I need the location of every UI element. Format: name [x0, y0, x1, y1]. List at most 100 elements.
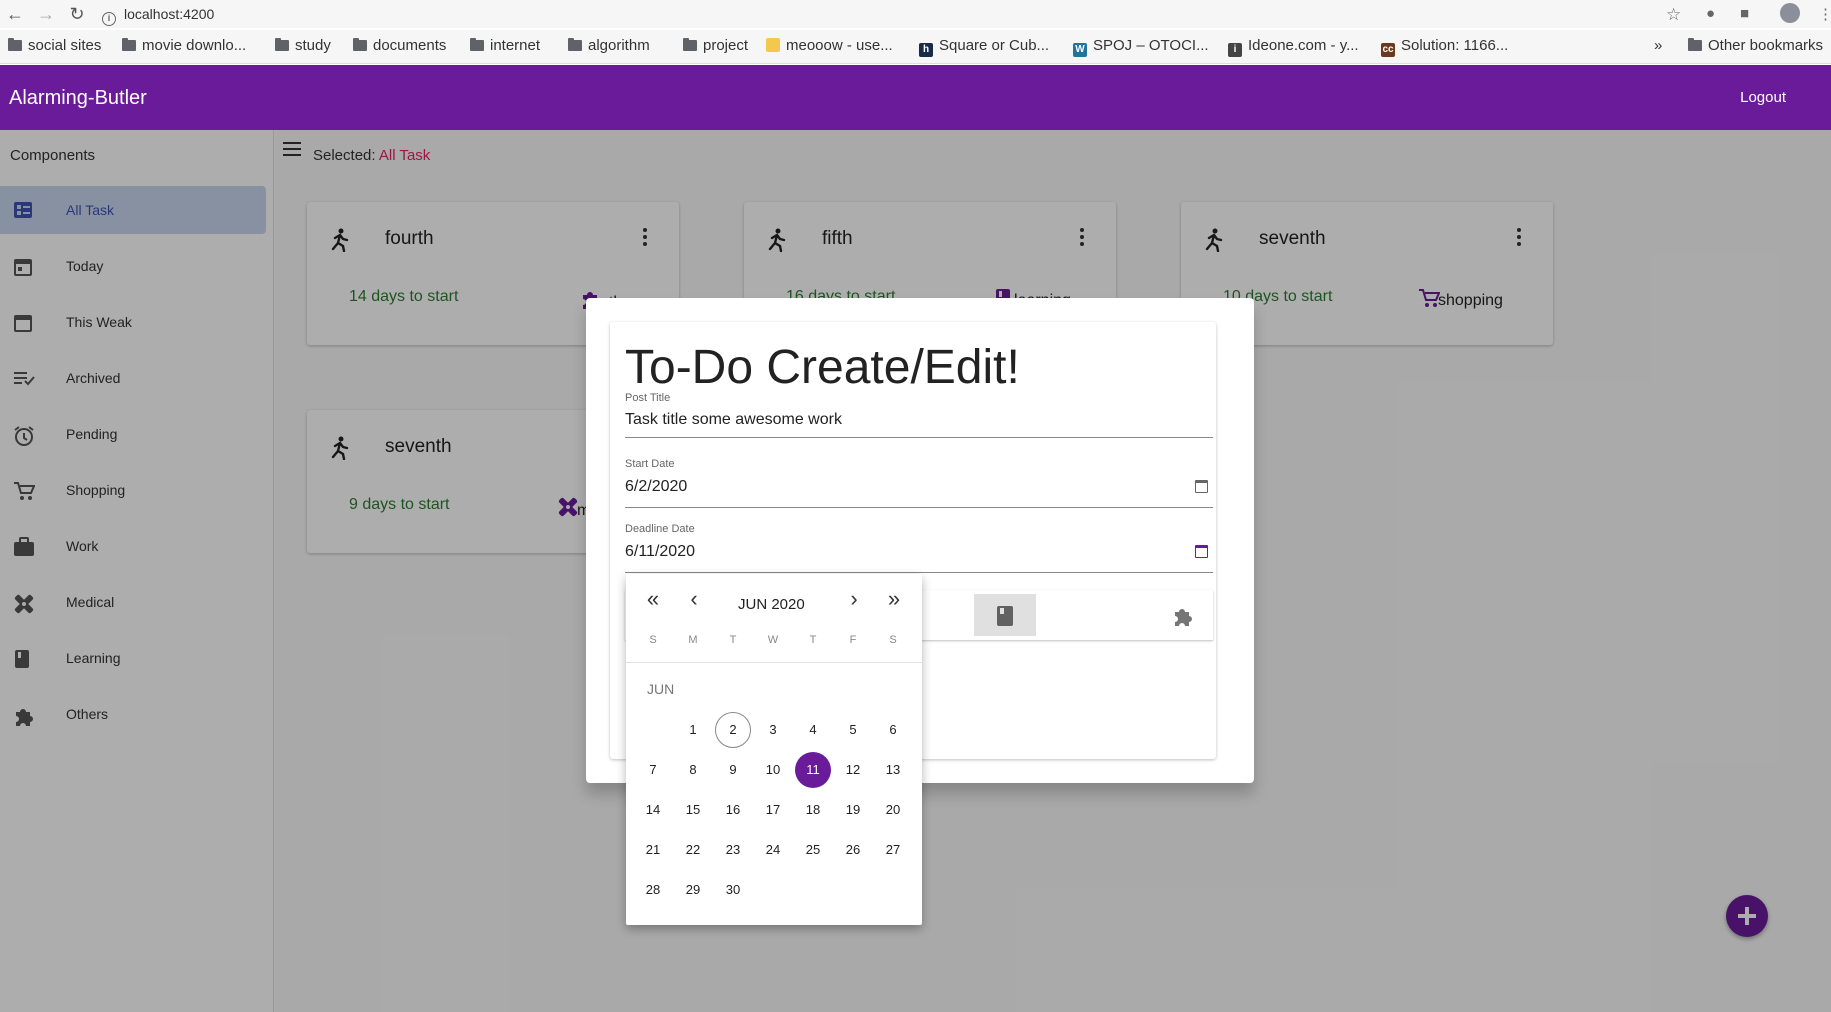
bookmark-label: internet — [490, 37, 541, 54]
calendar-day[interactable]: 7 — [635, 752, 671, 788]
other-bookmarks-folder[interactable]: Other bookmarks — [1688, 37, 1823, 54]
folder-icon — [1688, 38, 1702, 51]
folder-icon — [568, 38, 582, 51]
bookmark-item[interactable]: meooow - use... — [766, 37, 893, 54]
calendar-day[interactable]: 1 — [675, 712, 711, 748]
start-date-label: Start Date — [625, 458, 675, 470]
logout-button[interactable]: Logout — [1740, 89, 1786, 106]
favicon-icon: cc — [1381, 43, 1395, 57]
calendar-day[interactable]: 29 — [675, 872, 711, 908]
calendar-day[interactable]: 15 — [675, 792, 711, 828]
bookmark-label: social sites — [28, 37, 102, 54]
weekday-label: T — [809, 634, 817, 646]
bookmark-item[interactable]: project — [683, 37, 748, 54]
bookmark-item[interactable]: study — [275, 37, 331, 54]
start-date-field[interactable]: Start Date 6/2/2020 — [625, 458, 1213, 508]
folder-icon — [470, 38, 484, 51]
calendar-day[interactable]: 24 — [755, 832, 791, 868]
forward-arrow-icon[interactable]: → — [35, 3, 57, 25]
calendar-day[interactable]: 30 — [715, 872, 751, 908]
url-text: localhost:4200 — [124, 6, 215, 22]
calendar-icon[interactable] — [1195, 545, 1208, 558]
bookmark-label: movie downlo... — [142, 37, 247, 54]
extension-icon[interactable]: ● — [1706, 5, 1715, 22]
extension-icon[interactable]: ■ — [1740, 5, 1749, 22]
site-info-icon[interactable]: i — [102, 12, 116, 26]
calendar-day[interactable]: 2 — [715, 712, 751, 748]
bookmark-star-icon[interactable]: ☆ — [1666, 5, 1681, 25]
deadline-date-value[interactable]: 6/11/2020 — [625, 543, 695, 561]
calendar-day[interactable]: 26 — [835, 832, 871, 868]
bookmark-item[interactable]: social sites — [8, 37, 101, 54]
bookmark-item[interactable]: i Ideone.com - y... — [1228, 37, 1359, 57]
start-date-value[interactable]: 6/2/2020 — [625, 478, 687, 496]
app-title: Alarming-Butler — [9, 87, 147, 109]
calendar-day[interactable]: 20 — [875, 792, 911, 828]
calendar-day[interactable]: 3 — [755, 712, 791, 748]
post-title-field[interactable]: Post Title Task title some awesome work — [625, 392, 1213, 438]
bookmark-item[interactable]: W SPOJ – OTOCI... — [1073, 37, 1209, 57]
calendar-day[interactable]: 14 — [635, 792, 671, 828]
datepicker-month-label: JUN — [647, 681, 675, 697]
calendar-day[interactable]: 9 — [715, 752, 751, 788]
bookmark-label: Ideone.com - y... — [1248, 37, 1359, 54]
weekday-label: W — [767, 634, 779, 646]
bookmark-label: meooow - use... — [786, 37, 893, 54]
deadline-date-field[interactable]: Deadline Date 6/11/2020 — [625, 523, 1213, 573]
weekday-label: F — [849, 634, 857, 646]
bookmark-label: algorithm — [588, 37, 650, 54]
calendar-day[interactable]: 19 — [835, 792, 871, 828]
post-title-value[interactable]: Task title some awesome work — [625, 411, 842, 429]
previous-year-button[interactable]: « — [641, 588, 665, 612]
bookmark-label: documents — [373, 37, 447, 54]
datepicker-period-label[interactable]: JUN 2020 — [738, 596, 805, 613]
back-arrow-icon[interactable]: ← — [4, 3, 26, 25]
calendar-icon[interactable] — [1195, 480, 1208, 493]
favicon-icon — [766, 38, 780, 52]
calendar-day[interactable]: 28 — [635, 872, 671, 908]
bookmark-item[interactable]: h Square or Cub... — [919, 37, 1049, 57]
calendar-day[interactable]: 21 — [635, 832, 671, 868]
calendar-day[interactable]: 5 — [835, 712, 871, 748]
next-month-button[interactable]: › — [842, 588, 866, 612]
browser-menu-icon[interactable]: ⋮ — [1818, 5, 1831, 23]
bookmark-item[interactable]: internet — [470, 37, 540, 54]
calendar-day[interactable]: 16 — [715, 792, 751, 828]
calendar-day[interactable]: 27 — [875, 832, 911, 868]
datepicker-divider — [626, 662, 922, 663]
calendar-day[interactable]: 13 — [875, 752, 911, 788]
folder-icon — [683, 38, 697, 51]
weekday-label: S — [889, 634, 897, 646]
calendar-day[interactable]: 22 — [675, 832, 711, 868]
previous-month-button[interactable]: ‹ — [682, 588, 706, 612]
category-learning-toggle[interactable] — [974, 594, 1036, 636]
calendar-day[interactable]: 6 — [875, 712, 911, 748]
bookmark-item[interactable]: movie downlo... — [122, 37, 246, 54]
calendar-day[interactable]: 25 — [795, 832, 831, 868]
category-other-toggle[interactable] — [1151, 594, 1213, 636]
dialog-title: To-Do Create/Edit! — [625, 341, 1020, 394]
calendar-day[interactable]: 18 — [795, 792, 831, 828]
folder-icon — [122, 38, 136, 51]
address-bar[interactable]: i localhost:4200 — [102, 3, 1702, 26]
bookmark-item[interactable]: documents — [353, 37, 446, 54]
calendar-day[interactable]: 10 — [755, 752, 791, 788]
calendar-day[interactable]: 11 — [795, 752, 831, 788]
bookmarks-overflow-button[interactable]: » — [1654, 37, 1662, 54]
next-year-button[interactable]: » — [882, 588, 906, 612]
calendar-day[interactable]: 8 — [675, 752, 711, 788]
favicon-icon: W — [1073, 43, 1087, 57]
favicon-icon: h — [919, 43, 933, 57]
bookmarks-bar: social sites movie downlo... study document… — [0, 30, 1831, 64]
calendar-day[interactable]: 23 — [715, 832, 751, 868]
bookmark-label: Solution: 1166... — [1401, 37, 1509, 54]
book-icon — [997, 606, 1013, 626]
calendar-day[interactable]: 4 — [795, 712, 831, 748]
calendar-day[interactable]: 17 — [755, 792, 791, 828]
post-title-label: Post Title — [625, 392, 671, 404]
reload-icon[interactable]: ↻ — [66, 3, 88, 25]
bookmark-item[interactable]: algorithm — [568, 37, 650, 54]
bookmark-item[interactable]: cc Solution: 1166... — [1381, 37, 1508, 57]
calendar-day[interactable]: 12 — [835, 752, 871, 788]
profile-avatar[interactable] — [1780, 3, 1800, 23]
